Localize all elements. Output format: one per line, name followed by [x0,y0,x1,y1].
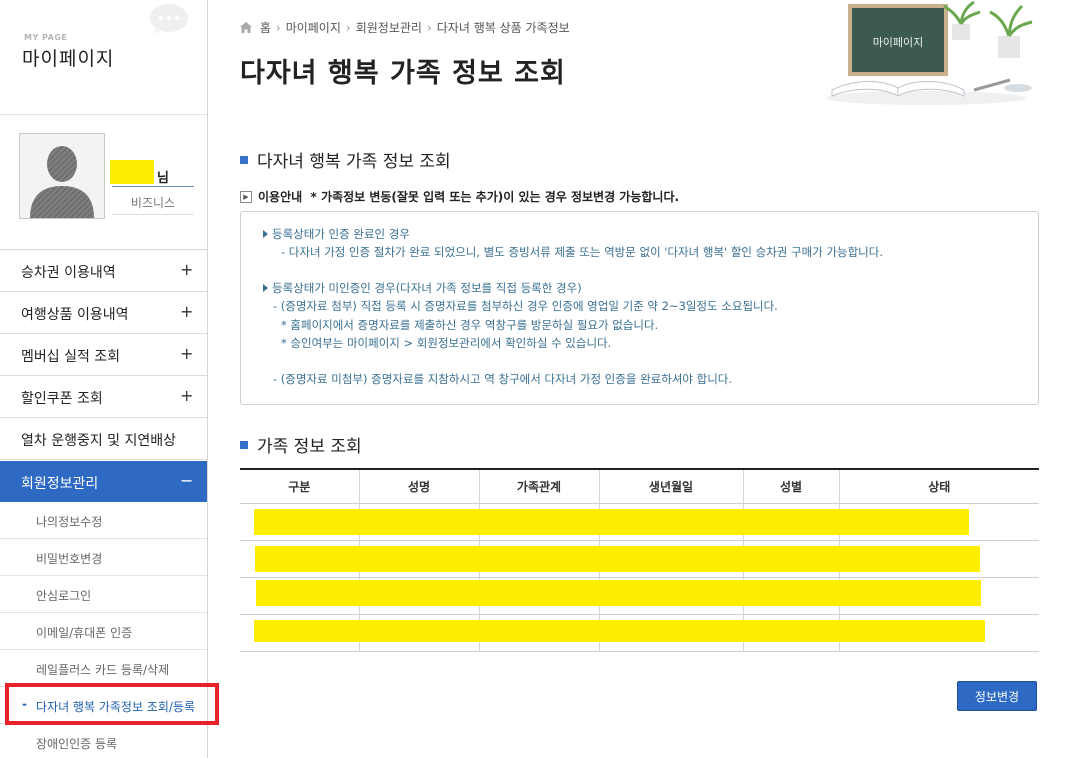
plus-icon: + [180,260,194,279]
submenu-email-phone-auth[interactable]: 이메일/휴대폰 인증 [0,613,207,650]
page-title: 다자녀 행복 가족 정보 조회 [240,58,566,89]
edit-info-button[interactable]: 정보변경 [957,681,1037,711]
menu-label: 회원정보관리 [21,476,99,492]
menu-ticket-history[interactable]: 승차권 이용내역 + [0,250,207,292]
submenu-label: 나의정보수정 [36,515,103,529]
chevron-right-icon: › [426,21,432,35]
submenu-label: 안심로그인 [36,589,92,603]
info-line: * 승인여부는 마이페이지 > 회원정보관리에서 확인하실 수 있습니다. [281,336,612,350]
menu-travel-history[interactable]: 여행상품 이용내역 + [0,292,207,334]
profile-box: 님 비즈니스 [0,116,207,250]
breadcrumb-member-info[interactable]: 회원정보관리 [356,19,422,36]
username-redacted [110,160,154,184]
submenu-label: 장애인인증 등록 [36,737,118,751]
breadcrumb: 홈 › 마이페이지 › 회원정보관리 › 다자녀 행복 상품 가족정보 [240,19,570,36]
menu-label: 여행상품 이용내역 [21,307,129,323]
avatar [19,133,105,219]
redacted-row [254,620,985,642]
info-note: * 가족정보 변동(잘못 입력 또는 추가)이 있는 경우 정보변경 가능합니다… [310,190,680,204]
minus-icon: − [180,471,194,490]
info-text: 등록상태가 인증 완료인 경우 [272,227,410,241]
chevron-right-icon: › [275,21,281,35]
info-line: - 다자녀 가정 인증 절차가 완료 되었으니, 별도 증빙서류 제출 또는 역… [281,245,883,259]
redacted-row [254,509,969,535]
info-line: - (증명자료 첨부) 직접 등록 시 증명자료를 첨부하신 경우 인증에 영업… [273,299,778,313]
menu-label: 멤버십 실적 조회 [21,349,121,365]
info-text: 등록상태가 미인증인 경우(다자녀 가족 정보를 직접 등록한 경우) [272,281,582,295]
user-silhouette-icon [20,134,104,218]
square-bullet-icon [240,156,248,164]
info-box: 등록상태가 인증 완료인 경우 - 다자녀 가정 인증 절차가 완료 되었으니,… [240,211,1039,405]
menu-label: 할인쿠폰 조회 [21,391,103,407]
info-notice: ▶ 이용안내 * 가족정보 변동(잘못 입력 또는 추가)이 있는 경우 정보변경… [240,188,679,205]
redacted-row [256,580,981,606]
menu-member-info[interactable]: 회원정보관리 − [0,461,207,502]
speech-bubble-icon [150,4,188,34]
plus-icon: + [180,302,194,321]
col-name: 성명 [359,468,480,504]
breadcrumb-current: 다자녀 행복 상품 가족정보 [436,21,570,35]
grade-divider [112,214,194,215]
submenu-label: 비밀번호변경 [36,552,103,566]
col-gender: 성별 [743,468,840,504]
menu-delay-compensation[interactable]: 열차 운행중지 및 지연배상 [0,418,207,460]
table-header-row: 구분 성명 가족관계 생년월일 성별 상태 [240,468,1039,504]
square-bullet-icon [240,441,248,449]
info-heading-unverified: 등록상태가 미인증인 경우(다자녀 가족 정보를 직접 등록한 경우) [263,280,582,296]
submenu-disability-auth[interactable]: 장애인인증 등록 [0,724,207,758]
col-status: 상태 [839,468,1039,504]
menu-label: 승차권 이용내역 [21,265,116,281]
info-label: 이용안내 [258,190,303,204]
breadcrumb-mypage[interactable]: 마이페이지 [286,19,341,36]
username-suffix: 님 [157,171,169,186]
submenu-railplus-card[interactable]: 레일플러스 카드 등록/삭제 [0,650,207,687]
plus-icon: + [180,344,194,363]
menu-label: 열차 운행중지 및 지연배상 [21,433,177,449]
mypage-small-label: MY PAGE [24,33,68,42]
redacted-row [255,546,980,572]
plus-icon: + [180,386,194,405]
section-title-family: 가족 정보 조회 [240,432,362,457]
info-heading-complete: 등록상태가 인증 완료인 경우 [263,226,410,242]
breadcrumb-home[interactable]: 홈 [260,19,271,36]
triangle-bullet-icon [263,283,268,292]
home-icon [240,22,252,33]
board-text: 마이페이지 [873,36,924,49]
info-line: * 홈페이지에서 증명자료를 제출하신 경우 역창구를 방문하실 필요가 없습니… [281,318,659,332]
section-title-multichild: 다자녀 행복 가족 정보 조회 [240,147,451,172]
sidebar-header: MY PAGE 마이페이지 [0,0,207,115]
col-type: 구분 [240,468,360,504]
submenu-safe-login[interactable]: 안심로그인 [0,576,207,613]
menu-membership[interactable]: 멤버십 실적 조회 + [0,334,207,376]
submenu-edit-info[interactable]: 나의정보수정 [0,502,207,539]
highlight-box [5,683,219,725]
submenu-label: 이메일/휴대폰 인증 [36,626,133,640]
triangle-bullet-icon [263,229,268,238]
submenu-label: 레일플러스 카드 등록/삭제 [36,663,170,677]
info-line: - (증명자료 미첨부) 증명자료를 지참하시고 역 창구에서 다자녀 가정 인… [273,372,733,386]
user-grade: 비즈니스 [130,196,176,210]
section-title-text: 가족 정보 조회 [257,437,362,457]
submenu-change-password[interactable]: 비밀번호변경 [0,539,207,576]
chalkboard-book-illustration: 마이페이지 [826,0,1033,105]
play-icon: ▶ [240,190,252,203]
col-relation: 가족관계 [479,468,600,504]
col-birthdate: 생년월일 [599,468,744,504]
mypage-title: 마이페이지 [22,48,115,70]
username-underline [112,186,194,187]
chevron-right-icon: › [345,21,351,35]
sidebar: MY PAGE 마이페이지 님 비즈니스 승차권 이용내역 + 여행상품 이용내… [0,0,208,758]
section-title-text: 다자녀 행복 가족 정보 조회 [257,152,451,172]
menu-coupon[interactable]: 할인쿠폰 조회 + [0,376,207,418]
